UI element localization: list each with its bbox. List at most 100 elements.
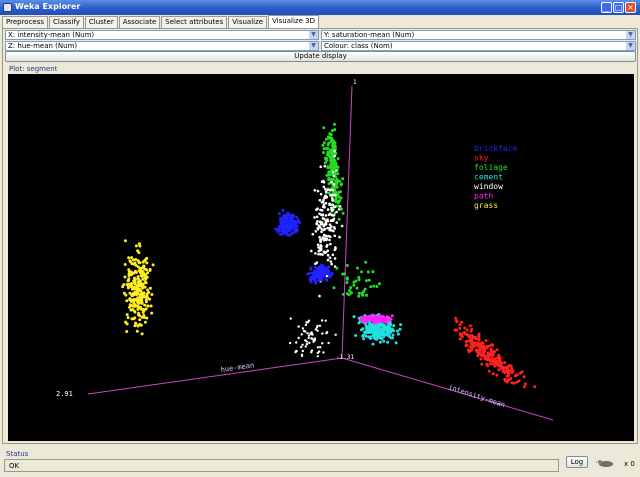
point-path: [390, 314, 394, 318]
point-brickface: [320, 263, 324, 267]
point-sky: [510, 371, 514, 375]
point-sky: [465, 339, 469, 343]
tab-classify[interactable]: Classify: [49, 16, 84, 28]
point-grass: [133, 324, 137, 328]
point-foliage: [329, 132, 333, 136]
point-window: [328, 238, 331, 242]
point-grass: [137, 313, 140, 317]
point-sky: [468, 324, 472, 328]
point-grass: [130, 270, 133, 274]
point-cement: [379, 331, 383, 335]
point-sky: [458, 326, 462, 330]
legend-item-grass: grass: [474, 201, 498, 210]
point-foliage: [337, 217, 341, 221]
minimize-button[interactable]: _: [601, 2, 612, 13]
point-window: [310, 349, 314, 352]
point-foliage: [363, 287, 367, 291]
point-cement: [361, 334, 365, 338]
log-button[interactable]: Log: [566, 456, 588, 468]
point-grass: [138, 318, 142, 322]
close-button[interactable]: ×: [625, 2, 636, 13]
point-grass: [137, 282, 141, 286]
point-window: [330, 206, 333, 210]
plot-title: Plot: segment: [9, 65, 58, 73]
point-window: [332, 218, 335, 221]
tab-cluster[interactable]: Cluster: [84, 16, 118, 28]
point-window: [322, 185, 326, 189]
point-foliage: [356, 266, 359, 270]
point-window: [328, 223, 332, 226]
tab-visualize[interactable]: Visualize: [228, 16, 268, 28]
x-axis-select[interactable]: X: intensity-mean (Num) ▼: [5, 30, 319, 40]
point-foliage: [322, 126, 326, 130]
point-grass: [143, 320, 147, 324]
point-window: [313, 189, 317, 192]
point-window: [321, 217, 325, 220]
point-foliage: [371, 270, 375, 274]
point-brickface: [308, 271, 312, 275]
z-axis-select[interactable]: Z: hue-mean (Num) ▼: [5, 41, 319, 51]
point-sky: [454, 316, 458, 320]
point-sky: [485, 362, 489, 366]
point-grass: [122, 291, 126, 295]
tab-select-attributes[interactable]: Select attributes: [161, 16, 228, 28]
maximize-button[interactable]: □: [613, 2, 624, 13]
point-window: [304, 345, 307, 348]
point-foliage: [364, 260, 368, 264]
point-window: [320, 230, 323, 234]
scatter-3d-svg[interactable]: 1 -1.31 2.91 hue-mean intensity-mean bri…: [8, 74, 634, 441]
point-grass: [147, 291, 151, 294]
point-grass: [139, 266, 143, 270]
tab-associate[interactable]: Associate: [118, 16, 161, 28]
colour-select[interactable]: Colour: class (Nom) ▼: [321, 41, 636, 51]
update-display-button[interactable]: Update display: [5, 51, 636, 62]
point-window: [321, 332, 324, 335]
point-sky: [465, 328, 469, 332]
point-grass: [138, 271, 142, 274]
tab-visualize-3d[interactable]: Visualize 3D: [268, 15, 319, 28]
point-grass: [135, 329, 139, 333]
point-cement: [382, 330, 385, 334]
point-brickface: [277, 226, 281, 230]
point-sky: [488, 357, 491, 361]
point-path: [385, 316, 389, 320]
point-cement: [387, 334, 390, 337]
point-sky: [497, 368, 501, 372]
point-brickface: [318, 278, 321, 282]
point-sky: [481, 350, 485, 354]
y-axis-select[interactable]: Y: saturation-mean (Num) ▼: [321, 30, 636, 40]
point-window: [333, 154, 337, 158]
point-foliage: [325, 153, 329, 157]
point-sky: [495, 348, 499, 352]
point-foliage: [322, 147, 326, 151]
point-grass: [134, 321, 138, 325]
point-foliage: [326, 143, 330, 147]
chevron-down-icon: ▼: [309, 31, 318, 39]
point-brickface: [330, 271, 334, 275]
point-window: [324, 196, 327, 199]
point-window: [301, 349, 304, 353]
point-foliage: [334, 161, 338, 165]
point-window: [325, 238, 328, 242]
point-grass: [123, 263, 127, 266]
point-sky: [493, 362, 497, 366]
point-sky: [480, 362, 484, 366]
point-sky: [503, 377, 507, 381]
point-sky: [471, 342, 475, 346]
plot-3d-canvas[interactable]: 1 -1.31 2.91 hue-mean intensity-mean bri…: [8, 74, 634, 441]
point-grass: [140, 315, 144, 319]
point-foliage: [332, 165, 335, 169]
point-brickface: [287, 216, 290, 220]
point-brickface: [309, 277, 313, 281]
point-sky: [454, 319, 458, 323]
point-sky: [493, 350, 496, 353]
tab-preprocess[interactable]: Preprocess: [2, 16, 49, 28]
point-brickface: [289, 228, 293, 232]
point-cement: [364, 331, 368, 335]
point-window: [319, 346, 322, 349]
hue-axis-line: [87, 357, 343, 395]
legend-item-foliage: foliage: [474, 163, 508, 172]
point-grass: [125, 330, 129, 333]
point-foliage: [367, 278, 371, 282]
point-window: [288, 341, 292, 345]
